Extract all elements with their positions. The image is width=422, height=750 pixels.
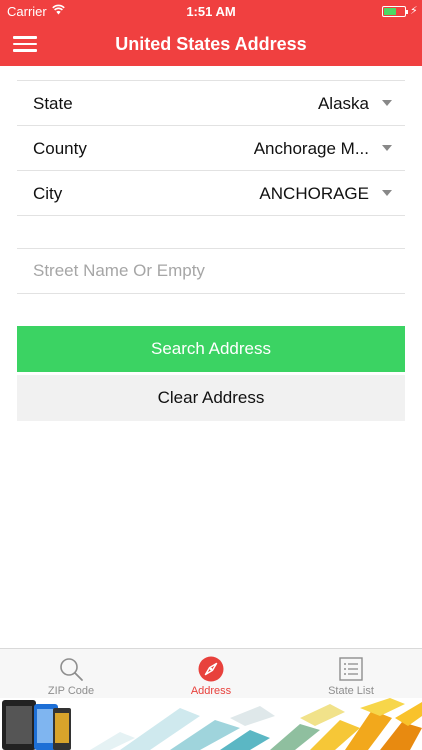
city-value: ANCHORAGE (259, 184, 369, 203)
address-form: State Alaska County Anchorage M... City … (17, 80, 405, 216)
compass-icon (198, 656, 224, 682)
city-selector[interactable]: City ANCHORAGE (17, 170, 405, 215)
charging-icon: ⚡ (410, 5, 418, 17)
street-input[interactable] (33, 258, 383, 284)
dropdown-caret-icon (382, 145, 392, 151)
tab-state-list[interactable]: State List (281, 649, 421, 699)
magnifier-icon (60, 658, 83, 681)
city-label: City (33, 184, 63, 203)
dropdown-caret-icon (382, 100, 392, 106)
dropdown-caret-icon (382, 190, 392, 196)
clear-address-button[interactable]: Clear Address (17, 375, 405, 421)
state-label: State (33, 94, 73, 113)
state-value: Alaska (317, 94, 369, 113)
tab-zip-code[interactable]: ZIP Code (1, 649, 141, 699)
county-selector[interactable]: County Anchorage M... (17, 125, 405, 170)
county-label: County (33, 139, 87, 158)
county-value: Anchorage M... (253, 139, 369, 158)
form-divider (17, 215, 405, 216)
tab-label: State List (328, 685, 374, 697)
ad-banner-image (0, 698, 422, 750)
list-icon (339, 657, 363, 681)
battery-cap (406, 10, 408, 14)
state-selector[interactable]: State Alaska (17, 80, 405, 125)
tab-label: Address (190, 685, 232, 697)
tab-label: ZIP Code (47, 685, 95, 697)
nav-bar: United States Address (0, 22, 422, 66)
battery-icon (382, 6, 408, 17)
status-bar: Carrier 1:51 AM ⚡ (0, 0, 422, 22)
header: Carrier 1:51 AM ⚡ United States Address (0, 0, 422, 66)
tab-bar: ZIP Code Address State List (0, 648, 422, 698)
status-time: 1:51 AM (186, 4, 236, 19)
street-field (17, 248, 405, 294)
tab-address[interactable]: Address (141, 649, 281, 699)
search-address-button[interactable]: Search Address (17, 326, 405, 372)
ad-banner[interactable] (0, 698, 422, 750)
battery-fill (384, 8, 396, 15)
page-title: United States Address (115, 34, 307, 54)
